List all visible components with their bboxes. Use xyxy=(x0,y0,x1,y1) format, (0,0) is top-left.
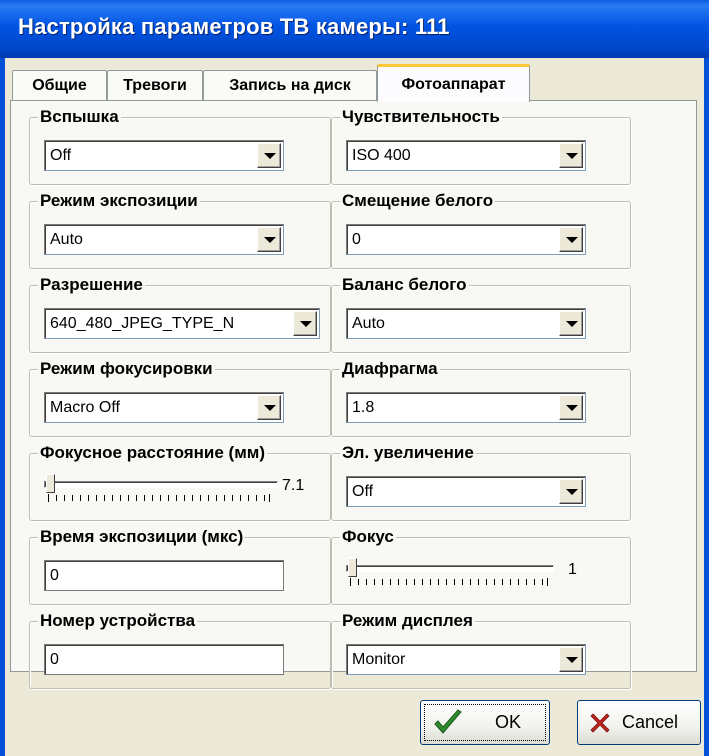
group-white-offset: Смещение белого 0 xyxy=(331,191,631,269)
chevron-down-icon[interactable] xyxy=(559,479,583,504)
chevron-down-icon[interactable] xyxy=(559,143,583,168)
group-focus-mode-title: Режим фокусировки xyxy=(38,359,215,379)
tab-alarms-label: Тревоги xyxy=(123,77,187,94)
chevron-down-icon[interactable] xyxy=(257,227,281,252)
group-sensitivity: Чувствительность ISO 400 xyxy=(331,107,631,185)
white-balance-value: Auto xyxy=(352,315,385,332)
tab-disk-recording[interactable]: Запись на диск xyxy=(203,70,377,101)
group-white-balance-title: Баланс белого xyxy=(340,275,469,295)
group-digital-zoom: Эл. увеличение Off xyxy=(331,443,631,521)
flash-value: Off xyxy=(50,147,72,164)
resolution-select[interactable]: 640_480_JPEG_TYPE_N xyxy=(44,308,320,339)
display-mode-value: Monitor xyxy=(352,651,406,668)
group-aperture-title: Диафрагма xyxy=(340,359,440,379)
focal-length-slider-ticks xyxy=(48,494,270,502)
group-white-balance: Баланс белого Auto xyxy=(331,275,631,353)
tab-camera-label: Фотоаппарат xyxy=(401,75,506,93)
group-device-number: Номер устройства 0 xyxy=(29,611,331,689)
group-exposure-mode-title: Режим экспозиции xyxy=(38,191,200,211)
flash-select[interactable]: Off xyxy=(44,140,284,171)
digital-zoom-select[interactable]: Off xyxy=(346,476,586,507)
x-icon xyxy=(590,713,610,733)
focus-value: 1 xyxy=(568,561,577,578)
group-resolution: Разрешение 640_480_JPEG_TYPE_N xyxy=(29,275,331,353)
tab-general[interactable]: Общие xyxy=(12,70,107,101)
focus-slider-thumb[interactable] xyxy=(348,558,357,577)
sensitivity-value: ISO 400 xyxy=(352,147,411,164)
focus-slider-ticks xyxy=(350,578,548,586)
chevron-down-icon[interactable] xyxy=(559,227,583,252)
focal-length-slider-track[interactable] xyxy=(44,481,278,488)
display-mode-select[interactable]: Monitor xyxy=(346,644,586,675)
ok-button[interactable]: OK xyxy=(420,700,550,745)
window-frame-right xyxy=(704,58,709,756)
aperture-select[interactable]: 1.8 xyxy=(346,392,586,423)
digital-zoom-value: Off xyxy=(352,483,374,500)
group-exposure-mode: Режим экспозиции Auto xyxy=(29,191,331,269)
group-focus: Фокус 1 xyxy=(331,527,631,605)
group-focal-length-title: Фокусное расстояние (мм) xyxy=(38,443,268,463)
aperture-value: 1.8 xyxy=(352,399,375,416)
focal-length-value: 7.1 xyxy=(282,477,305,494)
focus-mode-select[interactable]: Macro Off xyxy=(44,392,284,423)
check-icon xyxy=(434,709,462,734)
tab-disk-recording-label: Запись на диск xyxy=(229,77,351,94)
window-frame-left xyxy=(0,58,5,756)
group-focal-length: Фокусное расстояние (мм) 7.1 xyxy=(29,443,331,521)
group-flash-title: Вспышка xyxy=(38,107,121,127)
tab-general-label: Общие xyxy=(32,77,87,94)
cancel-button[interactable]: Cancel xyxy=(577,700,701,745)
exposure-time-input[interactable]: 0 xyxy=(44,560,284,591)
group-flash: Вспышка Off xyxy=(29,107,331,185)
group-focus-mode: Режим фокусировки Macro Off xyxy=(29,359,331,437)
focus-mode-value: Macro Off xyxy=(50,399,120,416)
group-focus-title: Фокус xyxy=(340,527,396,547)
resolution-value: 640_480_JPEG_TYPE_N xyxy=(50,315,235,332)
cancel-button-label: Cancel xyxy=(622,712,679,732)
sensitivity-select[interactable]: ISO 400 xyxy=(346,140,586,171)
chevron-down-icon[interactable] xyxy=(559,647,583,672)
group-aperture: Диафрагма 1.8 xyxy=(331,359,631,437)
group-display-mode-title: Режим дисплея xyxy=(340,611,475,631)
focus-slider-track[interactable] xyxy=(346,565,554,572)
chevron-down-icon[interactable] xyxy=(257,143,281,168)
white-offset-value: 0 xyxy=(352,231,361,248)
window-title: Настройка параметров ТВ камеры: 111 xyxy=(18,14,450,39)
group-resolution-title: Разрешение xyxy=(38,275,145,295)
exposure-mode-select[interactable]: Auto xyxy=(44,224,284,255)
dialog-window: Настройка параметров ТВ камеры: 111 Общи… xyxy=(0,0,709,756)
group-exposure-time-title: Время экспозиции (мкс) xyxy=(38,527,246,547)
tab-camera[interactable]: Фотоаппарат xyxy=(377,64,530,102)
device-number-input[interactable]: 0 xyxy=(44,644,284,675)
chevron-down-icon[interactable] xyxy=(559,311,583,336)
group-display-mode: Режим дисплея Monitor xyxy=(331,611,631,689)
group-sensitivity-title: Чувствительность xyxy=(340,107,502,127)
ok-button-label: OK xyxy=(495,712,522,732)
title-bar[interactable]: Настройка параметров ТВ камеры: 111 xyxy=(0,0,709,58)
group-digital-zoom-title: Эл. увеличение xyxy=(340,443,476,463)
tab-alarms[interactable]: Тревоги xyxy=(107,70,203,101)
white-balance-select[interactable]: Auto xyxy=(346,308,586,339)
chevron-down-icon[interactable] xyxy=(559,395,583,420)
exposure-mode-value: Auto xyxy=(50,231,83,248)
focal-length-slider-thumb[interactable] xyxy=(46,474,55,493)
tab-panel-camera: Вспышка Off Режим экспозиции Auto Разреш… xyxy=(10,100,697,689)
chevron-down-icon[interactable] xyxy=(257,395,281,420)
chevron-down-icon[interactable] xyxy=(293,311,317,336)
group-exposure-time: Время экспозиции (мкс) 0 xyxy=(29,527,331,605)
group-device-number-title: Номер устройства xyxy=(38,611,198,631)
white-offset-select[interactable]: 0 xyxy=(346,224,586,255)
group-white-offset-title: Смещение белого xyxy=(340,191,496,211)
